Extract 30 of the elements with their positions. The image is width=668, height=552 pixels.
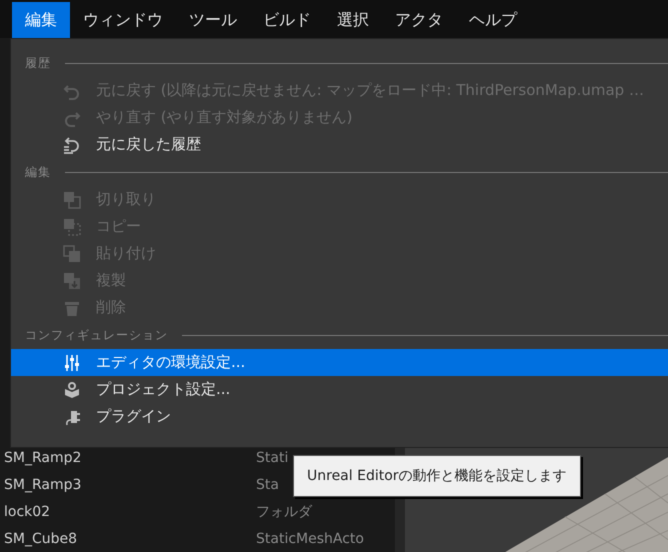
- copy-icon: [63, 218, 81, 236]
- cut-icon: [63, 190, 81, 208]
- outliner-item-type: フォルダ: [256, 502, 312, 521]
- menu-item[interactable]: 元に戻した履歴: [11, 131, 668, 158]
- menu-bar-item[interactable]: ツール: [176, 2, 250, 38]
- menu-item[interactable]: プロジェクト設定...: [11, 376, 668, 403]
- outliner-item-type: Stati: [256, 450, 288, 466]
- menu-bar-item[interactable]: 選択: [324, 2, 382, 38]
- menu-item[interactable]: エディタの環境設定...: [11, 349, 668, 376]
- history-icon: [63, 136, 81, 154]
- paste-icon: [63, 244, 81, 262]
- menu-bar-item[interactable]: ウィンドウ: [70, 2, 176, 38]
- menu-bar-item[interactable]: ヘルプ: [456, 2, 530, 38]
- outliner-item-name: lock02: [3, 504, 52, 520]
- duplicate-icon: [63, 272, 81, 290]
- outliner-item-type: StaticMeshActo: [256, 530, 364, 547]
- section-heading: 履歴: [25, 54, 51, 72]
- outliner-item-type: Sta: [256, 476, 279, 493]
- project-icon: [63, 380, 81, 398]
- section-heading: コンフィギュレーション: [25, 326, 168, 344]
- outliner-item-name: SM_Ramp2: [3, 450, 82, 466]
- menu-bar-item[interactable]: ビルド: [250, 2, 324, 38]
- outliner-item-name: SM_Cube8: [3, 530, 78, 547]
- section-heading: 編集: [25, 164, 51, 180]
- outliner-item-name: SM_Ramp3: [3, 476, 82, 493]
- tooltip: Unreal Editorの動作と機能を設定します: [293, 455, 581, 497]
- settings-icon: [63, 354, 81, 372]
- menu-item[interactable]: プラグイン: [11, 403, 668, 430]
- menu-bar-item[interactable]: 編集: [12, 2, 70, 38]
- menu-bar-item[interactable]: アクタ: [382, 2, 456, 38]
